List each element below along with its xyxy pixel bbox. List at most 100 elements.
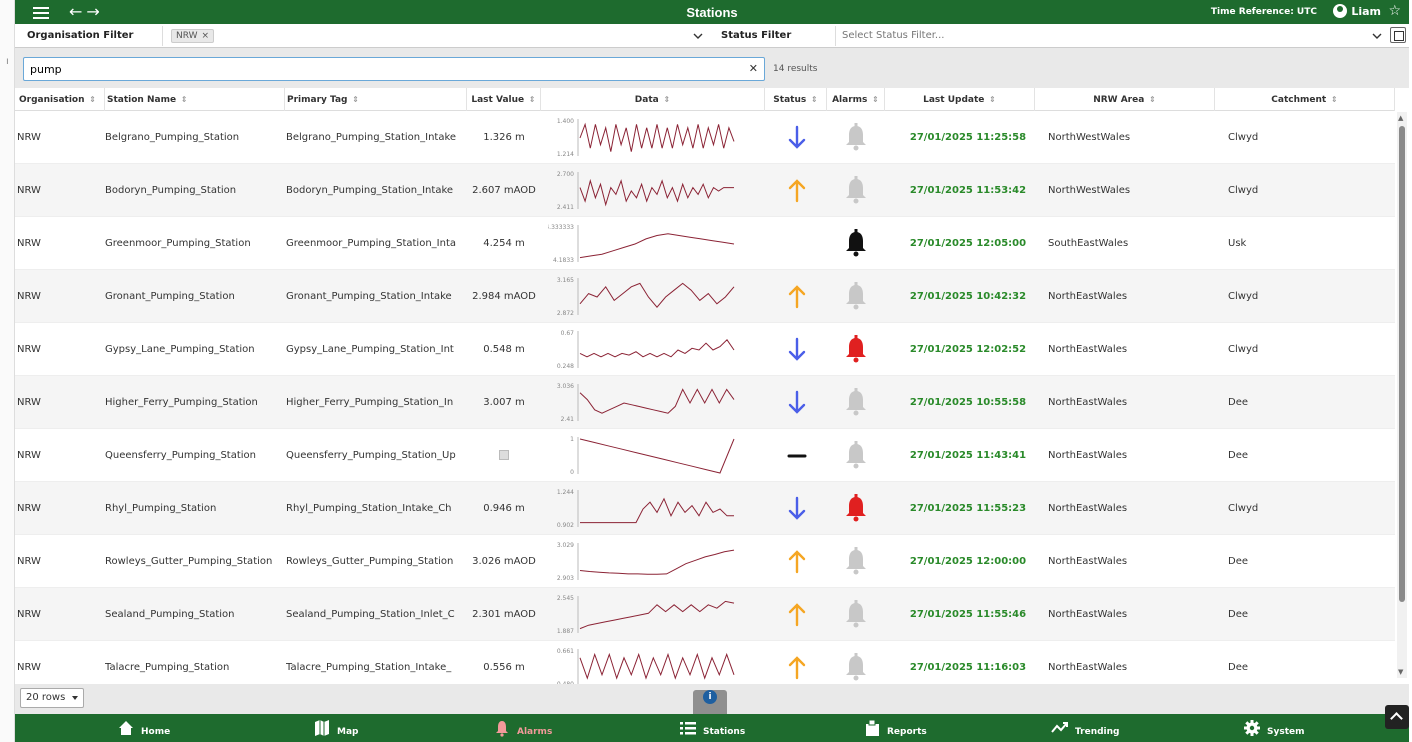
nav-map[interactable]: Map <box>313 714 358 742</box>
nav-label: Map <box>337 727 359 737</box>
back-forward-arrows-icon[interactable]: ←→ <box>69 2 104 21</box>
sort-icon[interactable]: ⇕ <box>1328 95 1338 104</box>
organisation-chip[interactable]: NRW × <box>171 29 215 43</box>
bell-icon[interactable] <box>841 376 871 429</box>
table-row[interactable]: NRW Sealand_Pumping_Station Sealand_Pumpin… <box>15 588 1395 641</box>
column-header-primary-tag[interactable]: Primary Tag ⇕ <box>285 88 467 111</box>
scroll-up-icon[interactable]: ▲ <box>1398 114 1403 122</box>
cell-org: NRW <box>17 662 41 673</box>
cell-station: Higher_Ferry_Pumping_Station <box>105 397 258 408</box>
cell-tag: Belgrano_Pumping_Station_Intake <box>286 132 457 143</box>
status-filter-label: Status Filter <box>721 30 792 41</box>
bell-icon[interactable] <box>841 217 871 270</box>
scrollbar-thumb[interactable] <box>1399 126 1405 602</box>
top-bar: ←→ Stations Time Reference: UTC Liam ☆ <box>15 0 1409 24</box>
sparkline-max-label: 3.029 <box>557 542 574 549</box>
cell-tag: Rhyl_Pumping_Station_Intake_Ch <box>286 503 452 514</box>
table-row[interactable]: NRW Gypsy_Lane_Pumping_Station Gypsy_Lane_… <box>15 323 1395 376</box>
nav-reports[interactable]: Reports <box>863 714 927 742</box>
column-header-alarms[interactable]: Alarms ⇕ <box>827 88 885 111</box>
sparkline-path <box>579 122 735 152</box>
table-row[interactable]: NRW Gronant_Pumping_Station Gronant_Pumpin… <box>15 270 1395 323</box>
sort-icon[interactable]: ⇕ <box>661 95 670 104</box>
column-chooser-button[interactable] <box>1390 27 1406 43</box>
sparkline-path <box>579 233 735 259</box>
organisation-filter-select[interactable]: NRW × <box>162 26 709 46</box>
arrow-down-icon <box>782 376 812 429</box>
info-icon: i <box>703 690 717 704</box>
column-header-station-name[interactable]: Station Name ⇕ <box>105 88 285 111</box>
sparkline-path <box>579 438 735 474</box>
column-header-last-value[interactable]: Last Value ⇕ <box>467 88 541 111</box>
search-input[interactable] <box>30 61 730 77</box>
cell-org: NRW <box>17 238 41 249</box>
cell-update: 27/01/2025 11:16:03 <box>909 662 1027 673</box>
scroll-down-icon[interactable]: ▼ <box>1398 668 1403 676</box>
column-header-catchment[interactable]: Catchment ⇕ <box>1215 88 1395 111</box>
sort-icon[interactable]: ⇕ <box>178 95 188 104</box>
favourite-star-icon[interactable]: ☆ <box>1388 3 1401 19</box>
bell-icon[interactable] <box>841 164 871 217</box>
sort-icon[interactable]: ⇕ <box>1146 95 1156 104</box>
sort-icon[interactable]: ⇕ <box>869 95 879 104</box>
nav-label: System <box>1267 727 1305 737</box>
sort-icon[interactable]: ⇕ <box>526 95 536 104</box>
chip-remove-icon[interactable]: × <box>202 31 210 41</box>
nav-alarms[interactable]: Alarms <box>493 714 552 742</box>
column-header-status[interactable]: Status ⇕ <box>765 88 827 111</box>
table-row[interactable]: NRW Higher_Ferry_Pumping_Station Higher_Fe… <box>15 376 1395 429</box>
bell-icon[interactable] <box>841 429 871 482</box>
nav-label: Stations <box>703 727 746 737</box>
table-row[interactable]: NRW Rhyl_Pumping_Station Rhyl_Pumping_Stat… <box>15 482 1395 535</box>
nav-system[interactable]: System <box>1243 714 1305 742</box>
table-row[interactable]: NRW Talacre_Pumping_Station Talacre_Pumpin… <box>15 641 1395 684</box>
table-scrollbar[interactable]: ▲ ▼ <box>1397 112 1407 678</box>
table-row[interactable]: NRW Queensferry_Pumping_Station Queensferr… <box>15 429 1395 482</box>
info-tab[interactable]: i <box>693 690 727 714</box>
sparkline-min-label: 2.411 <box>557 204 574 211</box>
cell-tag: Queensferry_Pumping_Station_Up <box>286 450 456 461</box>
cell-catchment: Dee <box>1228 662 1249 673</box>
scroll-to-top-button[interactable] <box>1385 705 1409 729</box>
nav-home[interactable]: Home <box>117 714 170 742</box>
bell-icon[interactable] <box>841 482 871 535</box>
nav-stations[interactable]: Stations <box>679 714 745 742</box>
clear-search-icon[interactable]: ✕ <box>749 62 758 75</box>
table-row[interactable]: NRW Belgrano_Pumping_Station Belgrano_Pump… <box>15 111 1395 164</box>
table-row[interactable]: NRW Bodoryn_Pumping_Station Bodoryn_Pumpin… <box>15 164 1395 217</box>
status-filter-select[interactable]: Select Status Filter... <box>835 26 1388 46</box>
chevron-down-icon[interactable] <box>693 31 703 41</box>
bell-icon[interactable] <box>841 270 871 323</box>
bell-icon[interactable] <box>841 535 871 588</box>
column-header-data[interactable]: Data ⇕ <box>541 88 765 111</box>
cell-update: 27/01/2025 12:02:52 <box>909 344 1027 355</box>
table-row[interactable]: NRW Rowleys_Gutter_Pumping_Station Rowleys… <box>15 535 1395 588</box>
user-menu[interactable]: Liam <box>1333 4 1381 18</box>
user-icon <box>1333 4 1348 18</box>
chevron-down-icon[interactable] <box>1372 31 1382 41</box>
bell-icon[interactable] <box>841 111 871 164</box>
sparkline-min-label: 1.887 <box>557 628 574 635</box>
sort-icon[interactable]: ⇕ <box>986 95 996 104</box>
bell-icon[interactable] <box>841 641 871 684</box>
sparkline-min-label: 0.248 <box>557 363 574 370</box>
sort-icon[interactable]: ⇕ <box>87 95 96 104</box>
cell-update: 27/01/2025 11:55:23 <box>909 503 1027 514</box>
sparkline-path <box>579 549 735 575</box>
sparkline-max-label: 4.333333 <box>548 224 574 231</box>
column-header-last-update[interactable]: Last Update ⇕ <box>885 88 1035 111</box>
table-row[interactable]: NRW Greenmoor_Pumping_Station Greenmoor_Pu… <box>15 217 1395 270</box>
sort-icon[interactable]: ⇕ <box>808 95 818 104</box>
sort-icon[interactable]: ⇕ <box>350 95 359 104</box>
hamburger-menu-icon[interactable] <box>33 4 49 20</box>
column-header-nrw-area[interactable]: NRW Area ⇕ <box>1035 88 1215 111</box>
bell-icon[interactable] <box>841 588 871 641</box>
bell-icon[interactable] <box>841 323 871 376</box>
column-header-organisation[interactable]: Organisation ⇕ <box>17 88 105 111</box>
nav-trending[interactable]: Trending <box>1051 714 1119 742</box>
search-box: ✕ <box>23 57 765 81</box>
search-bar: ✕ 14 results <box>15 48 1409 88</box>
rows-per-page-select[interactable]: 20 rows <box>20 688 84 708</box>
cell-area: SouthEastWales <box>1048 238 1129 249</box>
cell-area: NorthWestWales <box>1048 132 1131 143</box>
